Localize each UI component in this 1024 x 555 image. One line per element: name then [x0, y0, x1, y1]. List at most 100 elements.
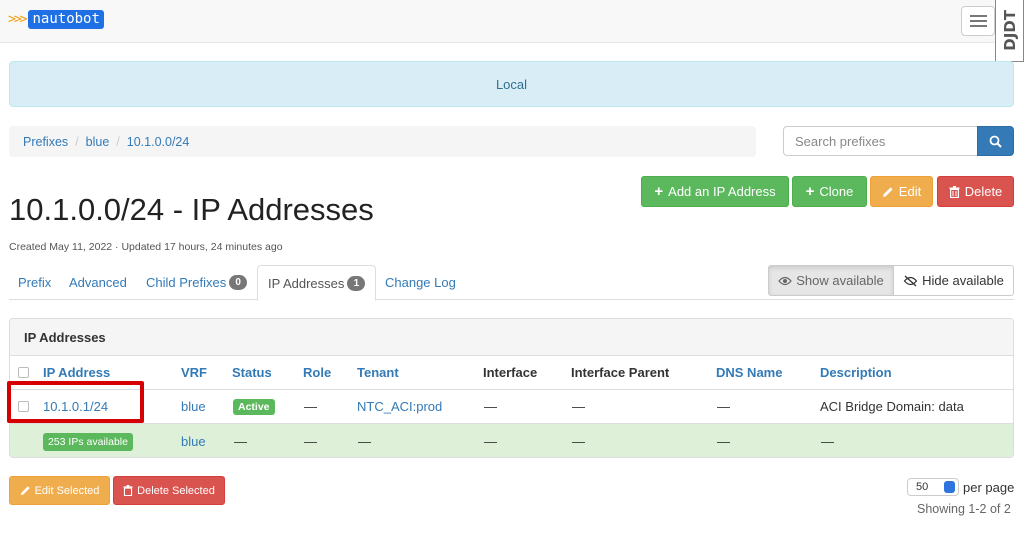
available-ips-row: 253 IPs available blue — — — — — — — [10, 423, 1013, 457]
tab-change-log[interactable]: Change Log [385, 265, 456, 300]
status-badge: Active [233, 398, 275, 415]
dns-name-cell: — [717, 399, 730, 414]
role-cell: — [304, 434, 317, 449]
hamburger-icon [970, 15, 987, 17]
top-navbar: >>> nautobot [0, 0, 1024, 43]
per-page-value: 50 [916, 481, 929, 493]
trash-icon [123, 485, 133, 496]
interface-cell: — [484, 399, 497, 414]
banner-text: Local [495, 76, 528, 92]
panel-heading: IP Addresses [10, 319, 1013, 356]
delete-selected-label: Delete Selected [137, 484, 215, 497]
description-cell: — [821, 434, 834, 449]
breadcrumb-separator: / [75, 134, 79, 149]
tab-advanced-label: Advanced [69, 275, 127, 290]
environment-banner: Local [9, 61, 1014, 107]
delete-button[interactable]: Delete [937, 176, 1014, 207]
table-row: 10.1.0.1/24 blue Active — NTC_ACI:prod —… [10, 389, 1013, 423]
role-cell: — [304, 399, 317, 414]
per-page-select[interactable]: 50 [907, 478, 959, 496]
column-header-description[interactable]: Description [820, 356, 892, 389]
eye-icon [778, 276, 793, 285]
created-updated-text: Created May 11, 2022 · Updated 17 hours,… [9, 241, 283, 253]
status-cell: — [234, 434, 247, 449]
highlight-annotation-box [7, 381, 144, 423]
hide-available-label: Hide available [922, 273, 1004, 288]
tab-child-prefixes[interactable]: Child Prefixes 0 [146, 265, 248, 300]
column-header-role[interactable]: Role [303, 356, 331, 389]
breadcrumb-vrf[interactable]: blue [86, 135, 110, 149]
eye-slash-icon [903, 275, 918, 286]
plus-icon: + [654, 183, 664, 200]
edit-selected-button[interactable]: Edit Selected [9, 476, 110, 505]
breadcrumb-prefix[interactable]: 10.1.0.0/24 [127, 135, 190, 149]
column-header-interface: Interface [483, 365, 538, 380]
vrf-link[interactable]: blue [181, 424, 206, 457]
hamburger-icon-bar [970, 20, 987, 22]
tab-child-prefixes-label: Child Prefixes [146, 275, 227, 290]
ip-addresses-count-badge: 1 [347, 275, 366, 291]
tenant-cell: — [358, 434, 371, 449]
plus-icon: + [805, 183, 815, 200]
search-input[interactable] [783, 126, 977, 156]
search-icon [989, 135, 1002, 148]
available-ips-badge: 253 IPs available [43, 432, 133, 451]
tab-ip-addresses[interactable]: IP Addresses 1 [257, 265, 377, 301]
clone-button[interactable]: + Clone [792, 176, 867, 207]
per-page-control: 50 per page [907, 478, 1014, 496]
add-ip-address-button[interactable]: + Add an IP Address [641, 176, 789, 207]
brand-arrows: >>> [8, 12, 28, 27]
child-prefixes-count-badge: 0 [229, 275, 248, 290]
column-header-dns-name[interactable]: DNS Name [716, 356, 782, 389]
select-caret-icon [944, 481, 955, 493]
pencil-icon [20, 486, 30, 496]
show-available-button[interactable]: Show available [768, 265, 894, 296]
tab-ip-addresses-label: IP Addresses [268, 275, 345, 291]
column-header-tenant[interactable]: Tenant [357, 356, 399, 389]
status-cell: Active [233, 390, 275, 423]
pencil-icon [882, 186, 893, 197]
ip-addresses-panel: IP Addresses IP Address VRF Status Role … [9, 318, 1014, 458]
breadcrumb-separator: / [116, 134, 120, 149]
edit-button[interactable]: Edit [870, 176, 933, 207]
available-ips-link[interactable]: 253 IPs available [43, 424, 133, 457]
breadcrumb-prefixes[interactable]: Prefixes [23, 135, 68, 149]
edit-label: Edit [898, 184, 922, 199]
edit-selected-label: Edit Selected [34, 484, 100, 497]
panel-title: IP Addresses [24, 329, 106, 345]
hamburger-icon-bar [970, 25, 987, 27]
brand-logo[interactable]: >>> nautobot [8, 10, 104, 29]
column-header-interface-parent: Interface Parent [571, 365, 670, 380]
delete-selected-button[interactable]: Delete Selected [113, 476, 225, 505]
column-header-vrf[interactable]: VRF [181, 356, 207, 389]
search-form [783, 126, 1014, 156]
vrf-link[interactable]: blue [181, 390, 206, 423]
pagination-summary: Showing 1-2 of 2 [917, 502, 1011, 516]
breadcrumb: Prefixes / blue / 10.1.0.0/24 [9, 126, 756, 157]
tab-prefix[interactable]: Prefix [18, 265, 51, 300]
column-header-status[interactable]: Status [232, 356, 272, 389]
show-available-label: Show available [796, 273, 884, 288]
delete-label: Delete [964, 184, 1003, 199]
tenant-link[interactable]: NTC_ACI:prod [357, 390, 442, 423]
menu-toggle-button[interactable] [961, 6, 995, 36]
search-button[interactable] [977, 126, 1014, 156]
availability-toggle: Show available Hide available [768, 265, 1014, 296]
tab-change-log-label: Change Log [385, 275, 456, 290]
table-header-row: IP Address VRF Status Role Tenant Interf… [10, 356, 1013, 389]
tab-advanced[interactable]: Advanced [69, 265, 127, 300]
debug-toolbar-handle[interactable]: DJDT [995, 0, 1024, 62]
dns-name-cell: — [717, 434, 730, 449]
per-page-label: per page [963, 479, 1015, 495]
hide-available-button[interactable]: Hide available [894, 265, 1014, 296]
debug-toolbar-label: DJDT [1000, 10, 1019, 51]
interface-parent-cell: — [572, 434, 585, 449]
tab-prefix-label: Prefix [18, 275, 52, 290]
add-ip-address-label: Add an IP Address [668, 184, 776, 199]
brand-name: nautobot [28, 10, 104, 29]
interface-cell: — [484, 434, 497, 449]
interface-parent-cell: — [572, 399, 585, 414]
description-cell: ACI Bridge Domain: data [820, 399, 964, 414]
trash-icon [949, 185, 960, 198]
page-title: 10.1.0.0/24 - IP Addresses [9, 192, 374, 227]
